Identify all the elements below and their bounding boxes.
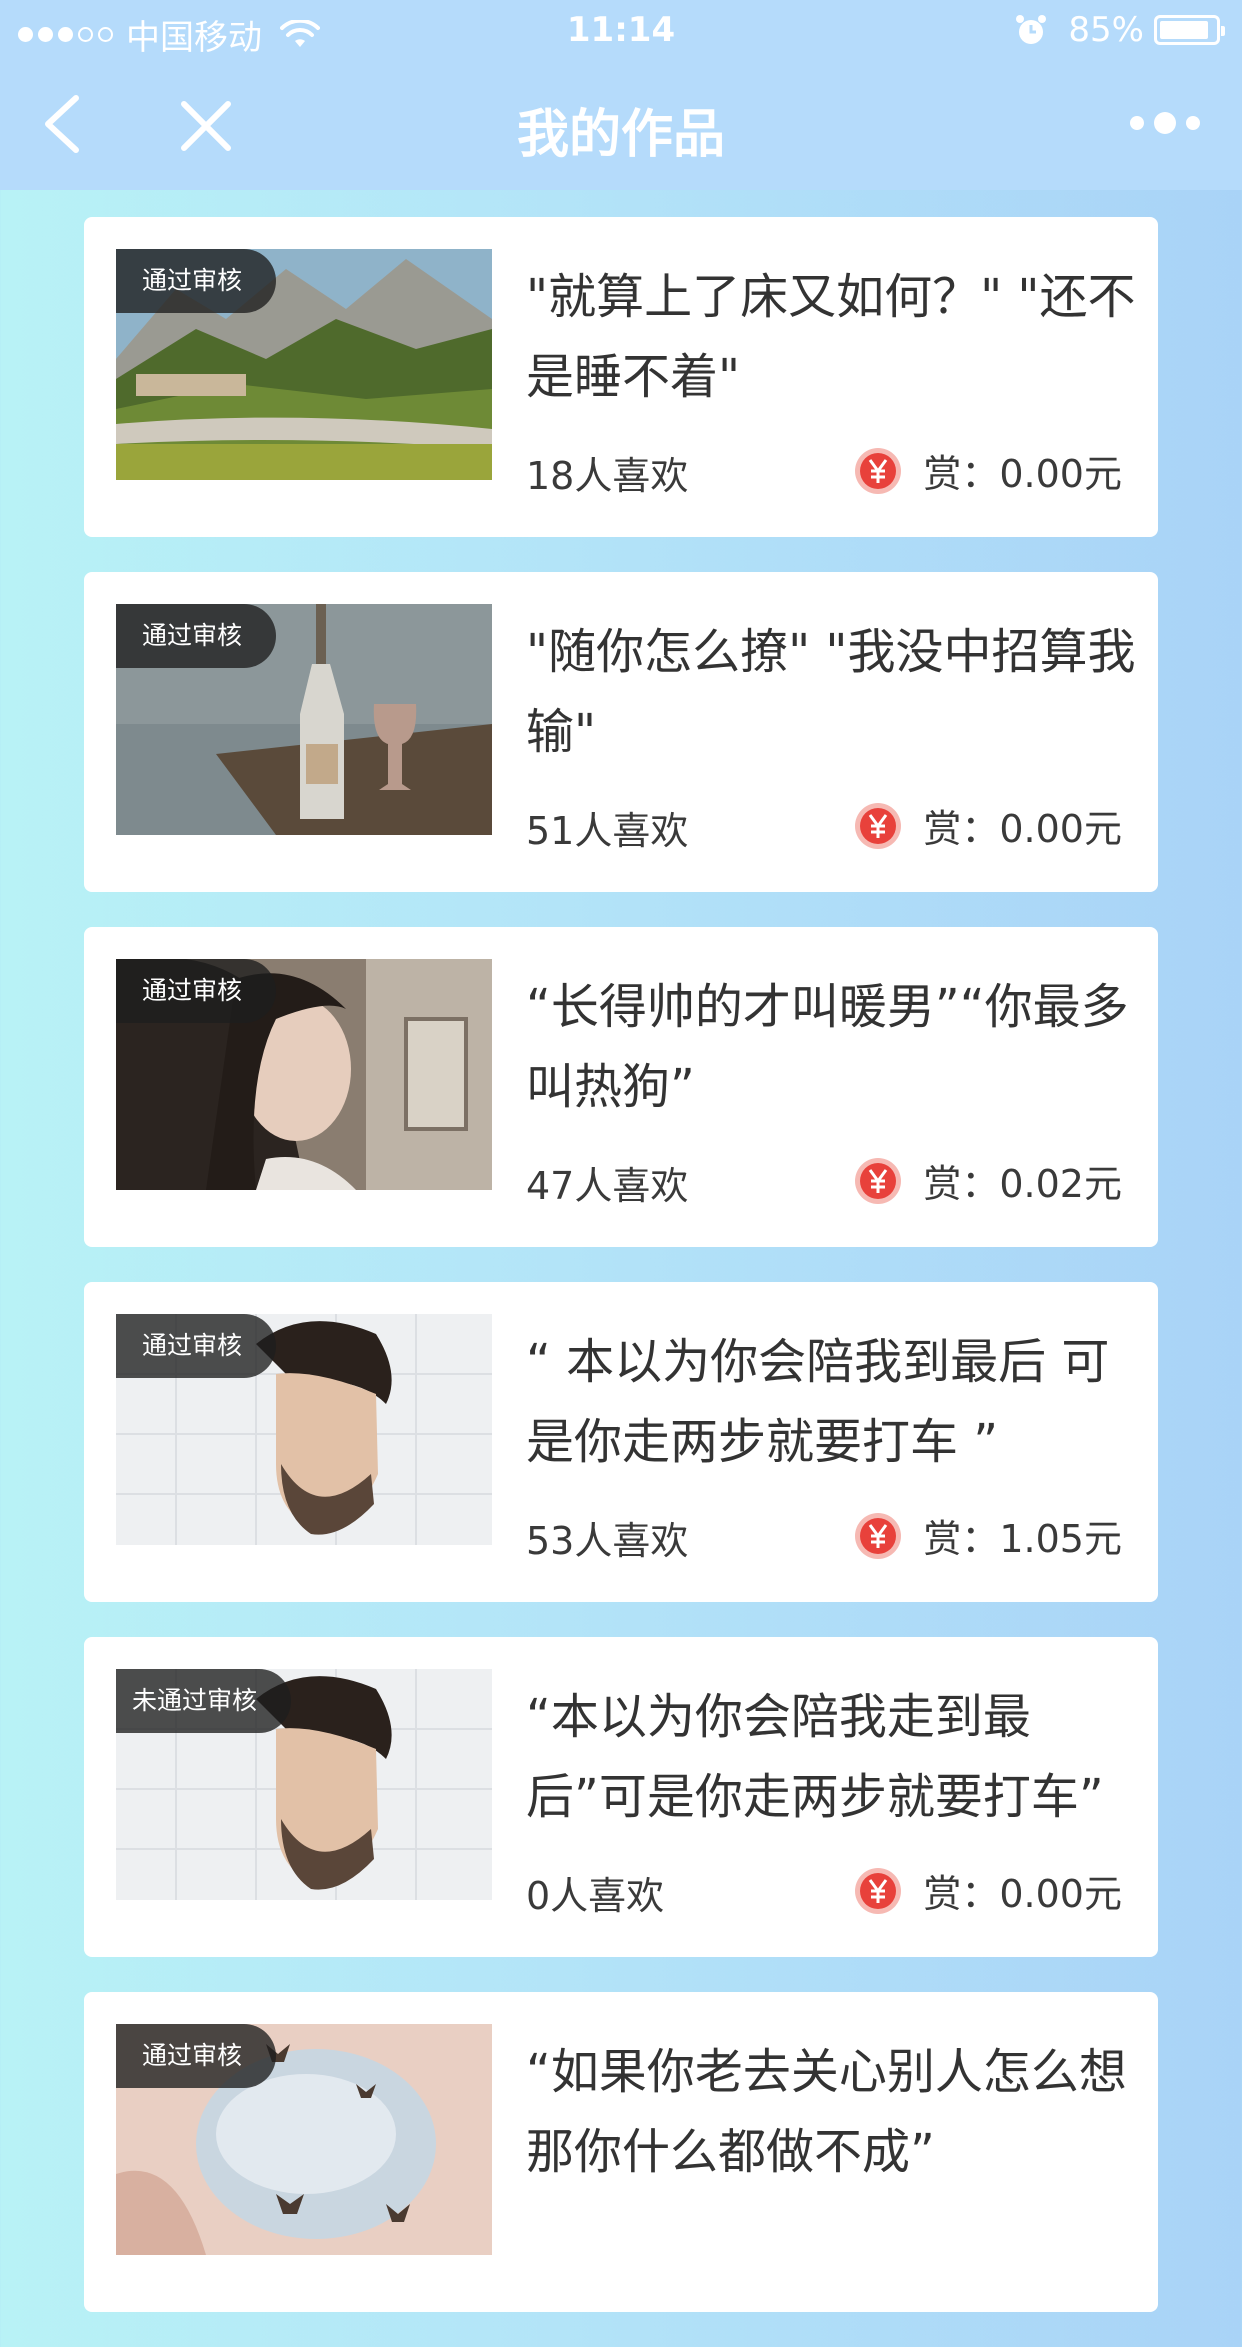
yen-icon [855, 447, 902, 494]
work-title: “长得帅的才叫暖男”“你最多叫热狗” [526, 979, 1129, 1115]
likes-count: 51人喜欢 [526, 809, 689, 853]
work-thumbnail: 通过审核 [116, 959, 492, 1190]
work-thumbnail: 未通过审核 [116, 1669, 492, 1900]
page-title: 我的作品 [516, 105, 725, 165]
reward-amount: 赏：0.00元 [923, 807, 1122, 851]
status-bar: 中国移动 11:14 85% [0, 0, 1242, 62]
work-title: "就算上了床又如何？" "还不是睡不着" [526, 269, 1136, 405]
work-title: “本以为你会陪我走到最后”可是你走两步就要打车” [526, 1689, 1104, 1825]
work-thumbnail: 通过审核 [116, 604, 492, 835]
work-title: “ 本以为你会陪我到最后 可是你走两步就要打车 ” [526, 1334, 1110, 1470]
yen-icon [855, 1157, 902, 1204]
reward-info: 赏：0.00元 [853, 798, 1122, 853]
works-list: 通过审核 "就算上了床又如何？" "还不是睡不着" 18人喜欢 赏：0.00元 … [84, 217, 1158, 2347]
yen-icon [855, 1867, 902, 1914]
work-card[interactable]: 未通过审核 “本以为你会陪我走到最后”可是你走两步就要打车” 0人喜欢 赏：0.… [84, 1637, 1158, 1957]
review-status-badge: 通过审核 [116, 249, 277, 313]
likes-count: 0人喜欢 [526, 1874, 665, 1918]
reward-amount: 赏：0.00元 [923, 452, 1122, 496]
reward-amount: 赏：1.05元 [923, 1517, 1122, 1561]
reward-amount: 赏：0.02元 [923, 1162, 1122, 1206]
reward-info: 赏：0.00元 [853, 1863, 1122, 1918]
reward-info: 赏：0.00元 [853, 443, 1122, 498]
work-card[interactable]: 通过审核 "随你怎么撩" "我没中招算我输" 51人喜欢 赏：0.00元 [84, 572, 1158, 892]
battery-icon [1154, 15, 1225, 45]
more-icon[interactable] [1128, 108, 1202, 138]
yen-icon [855, 802, 902, 849]
review-status-badge: 通过审核 [116, 2024, 277, 2088]
work-title: "随你怎么撩" "我没中招算我输" [526, 624, 1136, 760]
work-thumbnail: 通过审核 [116, 2024, 492, 2255]
likes-count: 18人喜欢 [526, 454, 689, 498]
work-card[interactable]: 通过审核 “如果你老去关心别人怎么想 那你什么都做不成” [84, 1992, 1158, 2312]
review-status-badge: 通过审核 [116, 604, 277, 668]
work-title: “如果你老去关心别人怎么想 那你什么都做不成” [526, 2044, 1127, 2180]
reward-info: 赏：0.02元 [853, 1153, 1122, 1208]
likes-count: 47人喜欢 [526, 1164, 689, 1208]
nav-bar: 我的作品 [0, 62, 1242, 190]
reward-amount: 赏：0.00元 [923, 1872, 1122, 1916]
work-thumbnail: 通过审核 [116, 1314, 492, 1545]
yen-icon [855, 1512, 902, 1559]
review-status-badge: 通过审核 [116, 959, 277, 1023]
work-card[interactable]: 通过审核 “ 本以为你会陪我到最后 可是你走两步就要打车 ” 53人喜欢 赏：1… [84, 1282, 1158, 1602]
work-card[interactable]: 通过审核 “长得帅的才叫暖男”“你最多叫热狗” 47人喜欢 赏：0.02元 [84, 927, 1158, 1247]
reward-info: 赏：1.05元 [853, 1508, 1122, 1563]
battery-percent: 85% [1068, 10, 1144, 50]
review-status-badge: 未通过审核 [116, 1669, 292, 1733]
work-thumbnail: 通过审核 [116, 249, 492, 480]
likes-count: 53人喜欢 [526, 1519, 689, 1563]
work-card[interactable]: 通过审核 "就算上了床又如何？" "还不是睡不着" 18人喜欢 赏：0.00元 [84, 217, 1158, 537]
status-right: 85% [1014, 10, 1225, 50]
review-status-badge: 通过审核 [116, 1314, 277, 1378]
alarm-icon [1016, 15, 1047, 44]
